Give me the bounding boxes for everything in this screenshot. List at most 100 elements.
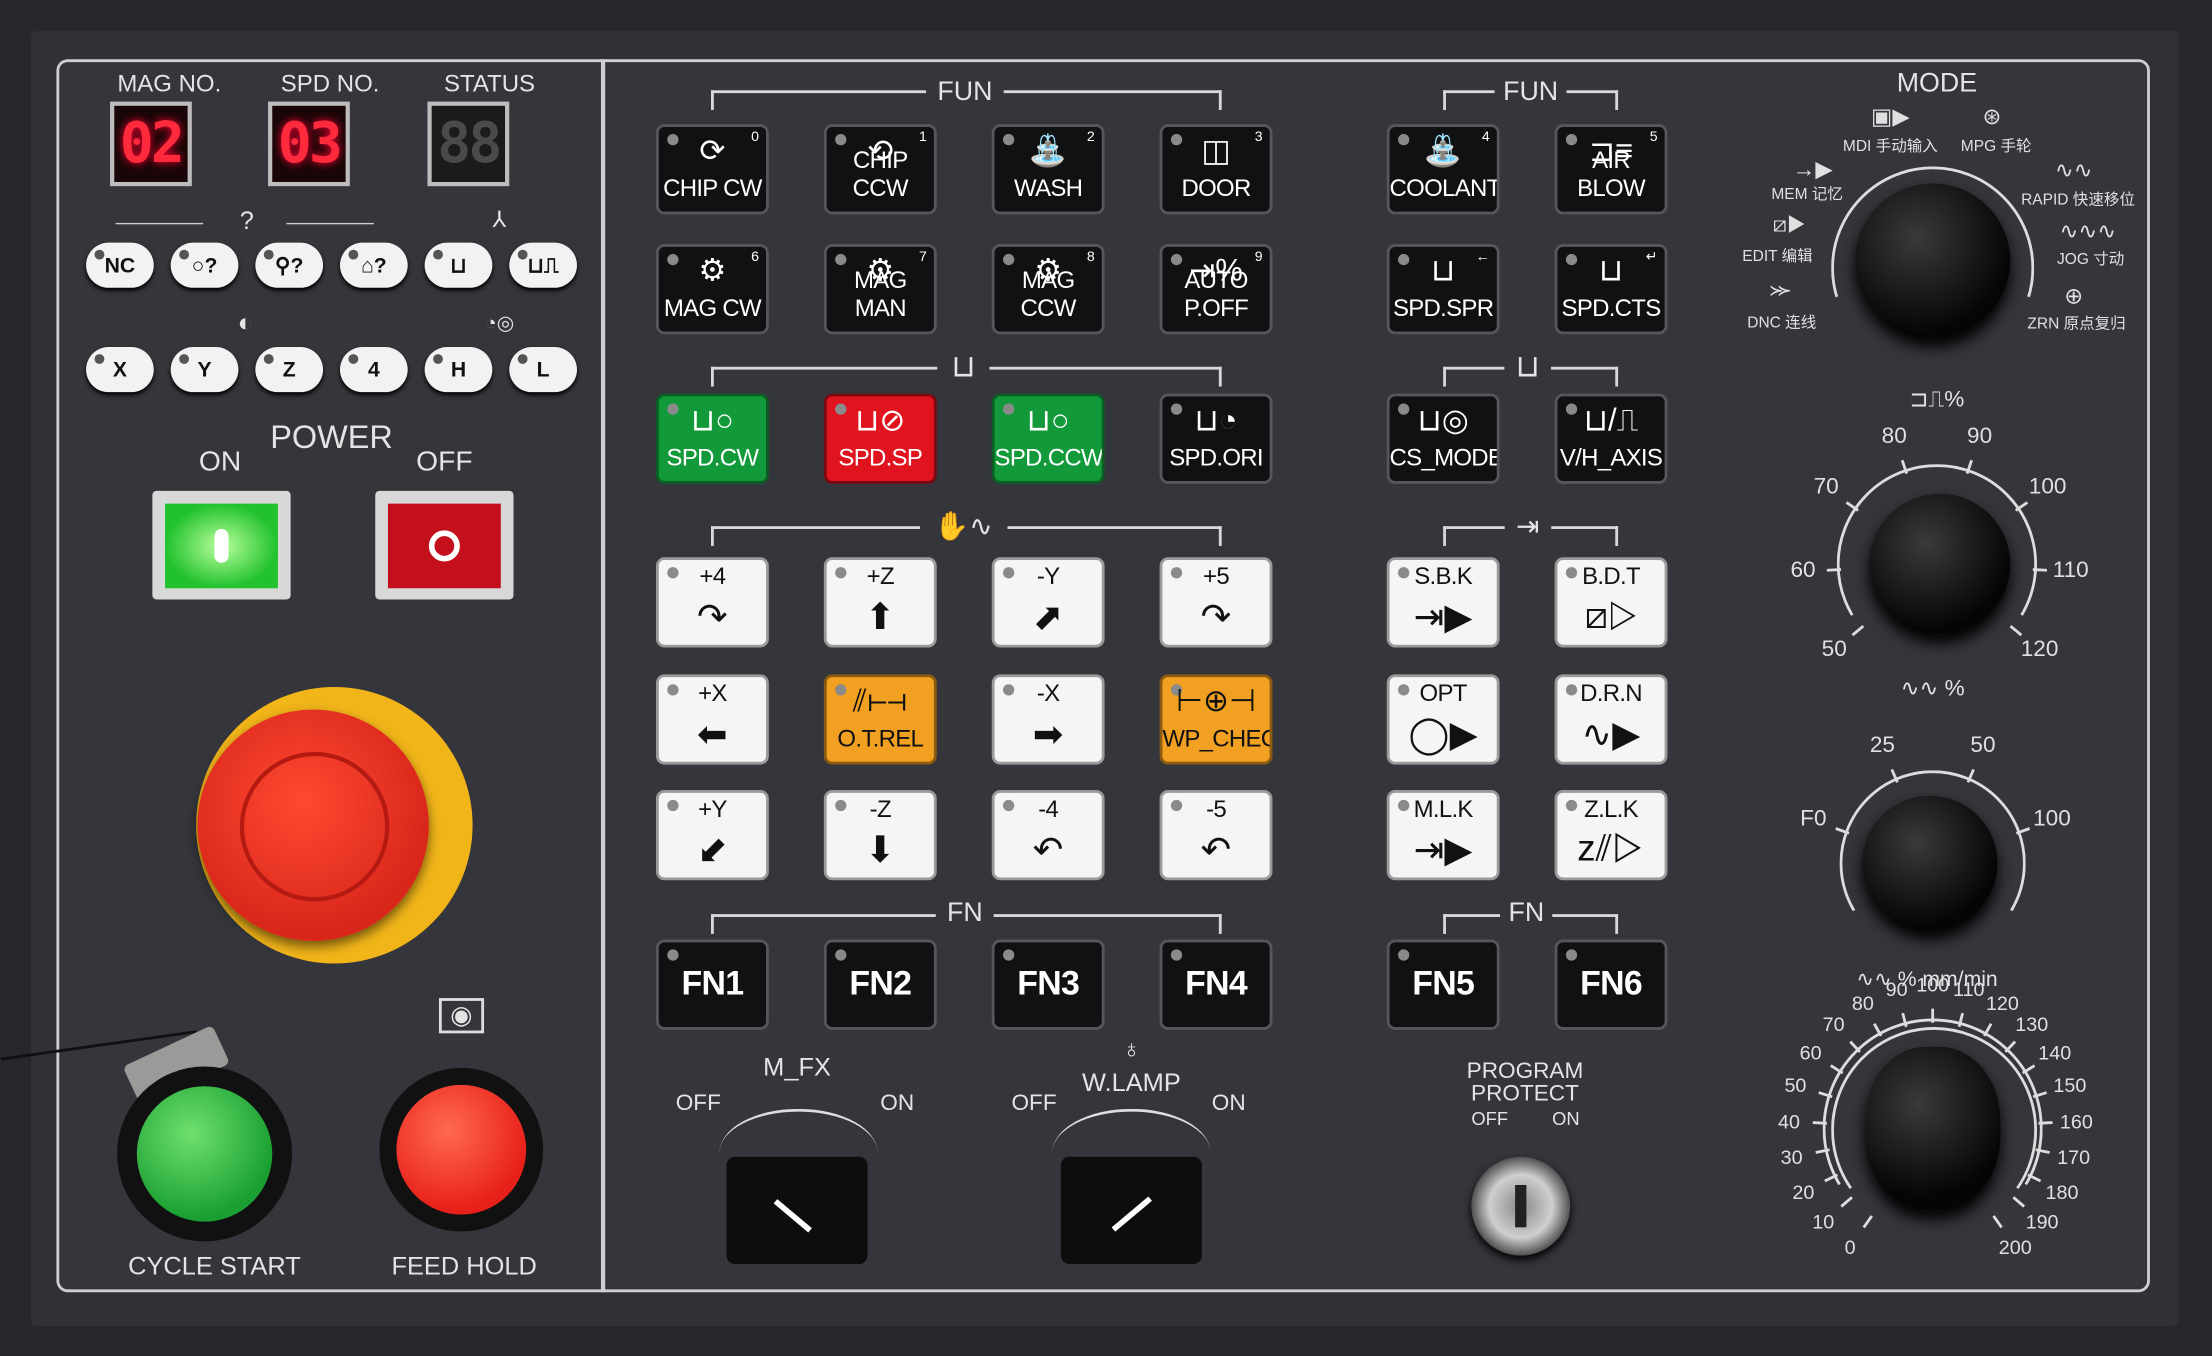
feed-hold-button[interactable] <box>396 1084 527 1215</box>
rapid-override-knob[interactable] <box>1862 795 1998 932</box>
feed-override-knob[interactable] <box>1864 1046 2001 1211</box>
fn6-button[interactable]: FN6 <box>1554 939 1668 1030</box>
coolant-button[interactable]: 4 ⛲ COOLANT <box>1386 124 1500 215</box>
mfx-selector-switch[interactable] <box>726 1156 868 1264</box>
round-button[interactable]: ⌂? <box>339 242 408 288</box>
program-protect-label: PROTECT <box>1471 1082 1579 1106</box>
spindle-axis-icon: ⅄ <box>492 208 507 233</box>
door-button[interactable]: 3 ◫ DOOR <box>1159 124 1273 215</box>
axis-select-button-h[interactable]: H <box>424 347 493 393</box>
button-label: OPT <box>1419 679 1468 707</box>
mode-option[interactable]: MDI 手动输入 <box>1843 134 1938 157</box>
button-icon: ⇥▶ <box>1413 595 1473 638</box>
air-blow-button[interactable]: 5 ⊐≡ AIR BLOW <box>1554 124 1668 215</box>
button-icon: ⊢⊕⊣ <box>1175 682 1257 719</box>
mode-option[interactable]: JOG 寸动 <box>2057 247 2124 270</box>
spd-sp-button[interactable]: ⊔⊘ SPD.SP <box>823 393 937 484</box>
fn3-button[interactable]: FN3 <box>991 939 1105 1030</box>
-y-button[interactable]: ⬋ +Y <box>655 789 769 881</box>
fn5-button[interactable]: FN5 <box>1386 939 1500 1030</box>
axis-select-button-x[interactable]: X <box>86 347 154 393</box>
spindle-override-label: ⊐⎍% <box>1910 385 1965 413</box>
cs-mode-button[interactable]: ⊔◎ CS_MODE <box>1386 393 1500 484</box>
feed-override-tick-label: 90 <box>1885 977 1908 1001</box>
-4-button[interactable]: ↶ -4 <box>991 789 1105 881</box>
rapid-override-tick-label: 100 <box>2033 807 2071 832</box>
b-d-t-button[interactable]: ⧄▷ B.D.T <box>1554 557 1668 648</box>
spindle-override-tick-label: 50 <box>1821 637 1847 662</box>
s-b-k-button[interactable]: ⇥▶ S.B.K <box>1386 557 1500 648</box>
mode-option[interactable]: EDIT 编辑 <box>1742 244 1812 267</box>
program-protect-key-lock[interactable] <box>1471 1156 1571 1256</box>
mag-cw-button[interactable]: 6 ⚙ MAG CW <box>655 244 769 335</box>
rapid-override-unit: % <box>1944 677 1965 702</box>
button-label: MAG CW <box>663 294 762 322</box>
button-icon: ⛲ <box>1423 132 1463 168</box>
round-button[interactable]: ⊔ <box>424 242 493 288</box>
mag-man-button[interactable]: 7 ⚙ MAG MAN <box>823 244 937 335</box>
mode-option[interactable]: RAPID 快速移位 <box>2021 188 2135 211</box>
-4-button[interactable]: ↷ +4 <box>655 557 769 648</box>
spindle-override-tick-label: 70 <box>1813 476 1839 501</box>
wp-check-button[interactable]: ⊢⊕⊣ WP_CHECK <box>1159 674 1273 765</box>
axis-select-button-y[interactable]: Y <box>170 347 239 393</box>
button-label: S.B.K <box>1414 562 1473 590</box>
mode-option[interactable]: ZRN 原点复归 <box>2027 312 2125 335</box>
fn1-button[interactable]: FN1 <box>655 939 769 1030</box>
round-button[interactable]: ○? <box>170 242 239 288</box>
feed-override-tick-label: 100 <box>1916 973 1950 996</box>
feed-override-tick-label: 40 <box>1777 1109 1800 1133</box>
button-icon: ⊔○ <box>690 402 734 438</box>
-x-button[interactable]: ➡ -X <box>991 674 1105 765</box>
spd-cw-button[interactable]: ⊔○ SPD.CW <box>655 393 769 484</box>
d-r-n-button[interactable]: ∿▶ D.R.N <box>1554 674 1668 765</box>
auto-p-off-button[interactable]: 9 ⇥% AUTO P.OFF <box>1159 244 1273 335</box>
protect-on-label: ON <box>1552 1108 1580 1130</box>
axis-select-button-z[interactable]: Z <box>255 347 324 393</box>
mag-ccw-button[interactable]: 8 ⚙ MAG CCW <box>991 244 1105 335</box>
round-button[interactable]: NC <box>86 242 154 288</box>
-y-button[interactable]: ⬈ -Y <box>991 557 1105 648</box>
mode-option[interactable]: MPG 手轮 <box>1961 134 2032 157</box>
round-button[interactable]: ⚲? <box>255 242 324 288</box>
-5-button[interactable]: ↶ -5 <box>1159 789 1273 881</box>
chip-cw-button[interactable]: 0 ⟳ CHIP CW <box>655 124 769 215</box>
-z-button[interactable]: ⬆ +Z <box>823 557 937 648</box>
-5-button[interactable]: ↷ +5 <box>1159 557 1273 648</box>
-x-button[interactable]: ⬅ +X <box>655 674 769 765</box>
mode-icon: ⪼ <box>1769 277 1791 302</box>
fn2-button[interactable]: FN2 <box>823 939 937 1030</box>
axis-select-button-4[interactable]: 4 <box>339 347 408 393</box>
spd-ori-button[interactable]: ⊔◔ SPD.ORI <box>1159 393 1273 484</box>
button-label: SPD.SPR <box>1392 294 1494 322</box>
m-l-k-button[interactable]: ⇥▶ M.L.K <box>1386 789 1500 881</box>
spindle-override-knob[interactable] <box>1869 493 2011 635</box>
cycle-start-button[interactable] <box>136 1086 273 1222</box>
z-l-k-button[interactable]: z⫽▷ Z.L.K <box>1554 789 1668 881</box>
v-h-axis-button[interactable]: ⊔/⎍ V/H_AXIS <box>1554 393 1668 484</box>
mode-option[interactable]: MEM 记忆 <box>1771 182 1843 205</box>
emergency-stop-button[interactable] <box>197 709 429 941</box>
wash-button[interactable]: 2 ⛲ WASH <box>991 124 1105 215</box>
o-t-rel-button[interactable]: ⫽⊢⊣ O.T.REL <box>823 674 937 765</box>
spindle-override-tick-label: 110 <box>2052 558 2089 583</box>
fn4-button[interactable]: FN4 <box>1159 939 1273 1030</box>
-z-button[interactable]: ⬇ -Z <box>823 789 937 881</box>
power-off-button[interactable] <box>375 490 514 600</box>
round-button[interactable]: ⊔⎍ <box>509 242 577 288</box>
axis-select-button-l[interactable]: L <box>509 347 577 393</box>
chip-ccw-button[interactable]: 1 ⟲ CHIP CCW <box>823 124 937 215</box>
indicator-led <box>1003 949 1015 961</box>
rapid-override-tick-label: F0 <box>1800 807 1827 832</box>
spd-cts-button[interactable]: ↵ ⊔ SPD.CTS <box>1554 244 1668 335</box>
rapid-icon: ∿∿ <box>1900 677 1945 702</box>
feed-override-tick-label: 190 <box>2025 1210 2059 1234</box>
opt-button[interactable]: ◯▶ OPT <box>1386 674 1500 765</box>
mode-selector-knob[interactable] <box>1855 183 2011 339</box>
button-label: CHIP CW <box>663 174 762 202</box>
spd-ccw-button[interactable]: ⊔○ SPD.CCW <box>991 393 1105 484</box>
wlamp-selector-switch[interactable] <box>1060 1156 1202 1264</box>
spd-spr-button[interactable]: ← ⊔ SPD.SPR <box>1386 244 1500 335</box>
mode-option[interactable]: DNC 连线 <box>1747 310 1816 333</box>
power-on-button[interactable] <box>152 490 291 600</box>
